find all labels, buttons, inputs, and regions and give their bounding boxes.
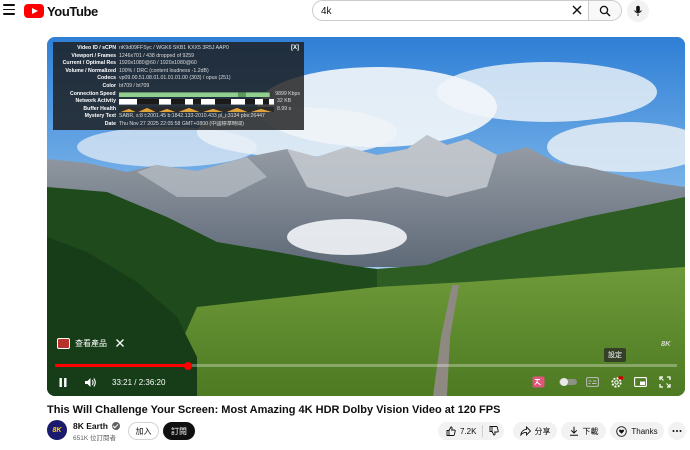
fullscreen-button[interactable]	[657, 374, 673, 390]
miniplayer-button[interactable]	[632, 374, 648, 390]
verified-badge-icon	[111, 422, 120, 430]
search-bar	[312, 0, 622, 22]
network-activity-graph	[119, 99, 274, 105]
thanks-heart-icon	[616, 425, 628, 437]
stats-row: Video ID / sCPN nK9d09FFSyc / WGK6 SKB1 K…	[77, 45, 229, 51]
voice-search-button[interactable]	[627, 0, 649, 22]
miniplayer-icon	[633, 377, 647, 387]
pause-icon	[59, 377, 67, 387]
channel-watermark[interactable]: 8K	[661, 339, 671, 348]
share-label: 分享	[534, 426, 551, 436]
search-box	[312, 0, 588, 21]
product-thumbnail	[57, 337, 70, 349]
subtitles-icon	[585, 377, 599, 387]
volume-button[interactable]	[81, 374, 99, 390]
stats-row: Codecs vp09.00.51.08.01.01.01.01.00 (303)…	[97, 75, 231, 82]
view-products-label: 查看產品	[75, 338, 107, 348]
current-time: 33:21	[112, 378, 133, 387]
download-label: 下載	[582, 426, 599, 436]
fullscreen-icon	[659, 376, 671, 388]
connection-speed-graph	[118, 91, 273, 98]
view-products-chip[interactable]: 查看產品	[57, 335, 125, 351]
channel-avatar-text: 8K	[52, 426, 62, 434]
volume-icon	[84, 377, 96, 387]
microphone-icon	[634, 5, 642, 16]
like-count: 7.2K	[460, 426, 477, 436]
video-player[interactable]: [X] Video ID / sCPN nK9d09FFSyc / WGK6 SK…	[47, 37, 685, 396]
translate-button[interactable]	[531, 374, 545, 390]
search-button[interactable]	[588, 0, 622, 21]
thumbs-down-icon	[489, 426, 499, 436]
stats-row: Date Thu Nov 27 2025 22:05:58 GMT+0800 (中…	[104, 120, 244, 127]
autoplay-toggle[interactable]	[557, 374, 579, 390]
youtube-logo[interactable]: YouTube	[24, 3, 98, 19]
time-display: 33:21 / 2:36:20	[112, 378, 165, 387]
stats-for-nerds-panel: [X] Video ID / sCPN nK9d09FFSyc / WGK6 SK…	[53, 42, 304, 130]
top-bar: YouTube	[0, 0, 690, 22]
stats-row: Current / Optimal Res 1920x1080@60 / 1920…	[62, 60, 197, 67]
total-time: 2:36:20	[138, 378, 166, 387]
settings-button[interactable]	[608, 374, 624, 390]
download-icon	[569, 426, 578, 436]
progress-scrubber[interactable]	[183, 361, 192, 370]
more-actions-button[interactable]	[668, 422, 686, 440]
progress-bar[interactable]	[55, 361, 677, 370]
channel-name[interactable]: 8K Earth	[73, 421, 120, 431]
dislike-button[interactable]	[483, 426, 504, 436]
autoplay-toggle-icon	[559, 378, 577, 386]
subscriber-count: 651K 位訂閱者	[73, 435, 116, 442]
like-dislike-group: 7.2K	[438, 422, 504, 440]
pause-button[interactable]	[55, 374, 71, 390]
join-button[interactable]: 加入	[128, 422, 159, 440]
player-controls: 33:21 / 2:36:20	[47, 371, 685, 393]
stats-row: Volume / Normalized 100% / DRC (content l…	[65, 67, 209, 74]
stats-row: Connection Speed 9899 Kbps	[69, 90, 300, 98]
youtube-logo-icon	[24, 4, 44, 18]
stats-row: Viewport / Frames 1246x701 / 438 dropped …	[71, 52, 194, 59]
stats-close-button[interactable]: [X]	[291, 45, 299, 53]
more-horizontal-icon	[672, 430, 682, 432]
buffer-health-graph	[119, 106, 274, 113]
like-button[interactable]: 7.2K	[438, 425, 483, 437]
thanks-button[interactable]: Thanks	[610, 422, 664, 440]
stats-row: Buffer Health 8.99 s	[83, 105, 292, 113]
channel-avatar[interactable]: 8K	[47, 420, 67, 440]
channel-name-text: 8K Earth	[73, 421, 108, 431]
share-button[interactable]: 分享	[513, 422, 557, 440]
gear-icon	[610, 375, 623, 388]
stats-row: Color bt709 / bt709	[102, 82, 150, 89]
video-title: This Will Challenge Your Screen: Most Am…	[47, 404, 501, 416]
download-button[interactable]: 下載	[561, 422, 606, 440]
progress-played	[55, 364, 188, 367]
close-icon[interactable]	[571, 4, 583, 16]
stats-row: Network Activity 32 KB	[75, 98, 292, 105]
search-icon	[599, 5, 611, 16]
settings-tooltip: 設定	[604, 348, 626, 362]
stats-row: Mystery Text SABR, s:8 t:2001.45 b:1842.1…	[84, 113, 265, 120]
share-icon	[519, 426, 531, 436]
thanks-label: Thanks	[631, 426, 658, 436]
logo-text: YouTube	[47, 3, 98, 19]
translate-icon	[532, 376, 544, 388]
subtitles-button[interactable]	[584, 374, 600, 390]
thumbs-up-icon	[446, 426, 456, 436]
menu-icon[interactable]	[3, 4, 15, 16]
subscribe-button[interactable]: 訂閱	[163, 422, 195, 440]
close-icon[interactable]	[115, 338, 125, 348]
search-input[interactable]	[313, 2, 553, 21]
